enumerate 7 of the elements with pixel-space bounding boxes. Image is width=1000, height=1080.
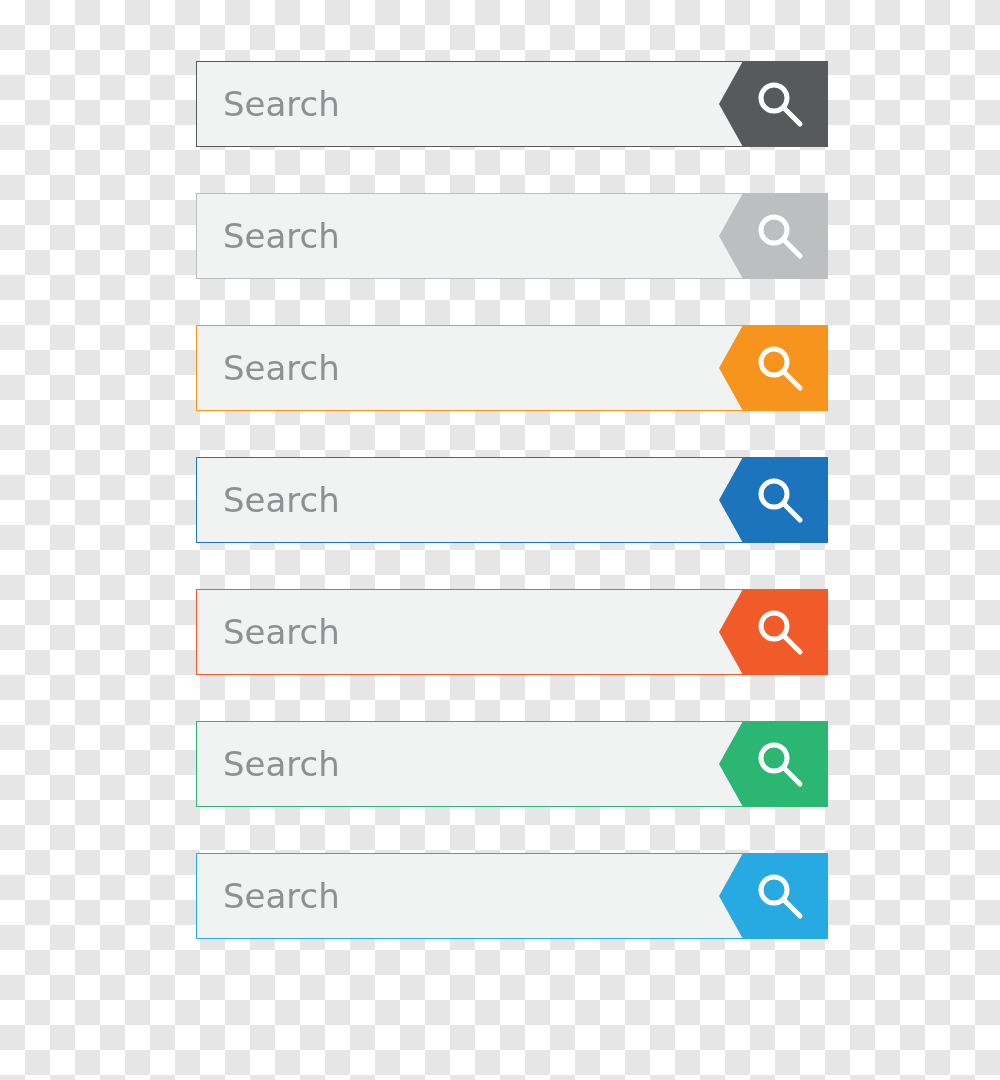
search-field[interactable]: Search (196, 721, 745, 807)
search-field[interactable]: Search (196, 589, 745, 675)
search-field[interactable]: Search (196, 61, 745, 147)
search-field[interactable]: Search (196, 193, 745, 279)
search-field[interactable]: Search (196, 325, 745, 411)
search-field[interactable]: Search (196, 457, 745, 543)
search-field[interactable]: Search (196, 853, 745, 939)
